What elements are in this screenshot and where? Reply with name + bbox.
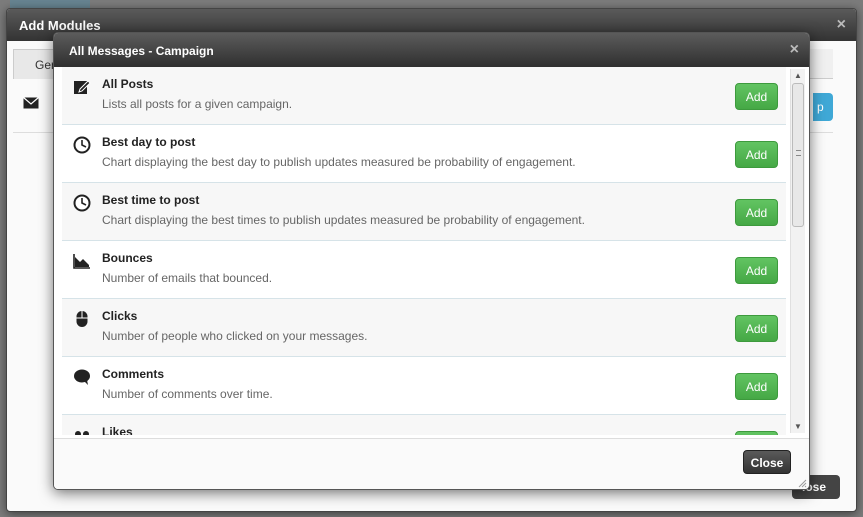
all-messages-dialog: All Messages - Campaign × All Posts List… — [53, 32, 810, 490]
all-messages-title: All Messages - Campaign — [69, 44, 214, 58]
module-row-best-time: Best time to post Chart displaying the b… — [62, 183, 786, 241]
comment-icon — [74, 369, 90, 385]
add-button-likes[interactable]: Add — [735, 431, 778, 435]
edit-icon — [74, 80, 91, 94]
resize-grip-icon[interactable] — [797, 478, 807, 488]
module-title: Clicks — [102, 309, 138, 323]
all-messages-header: All Messages - Campaign × — [54, 33, 809, 67]
scrollbar-thumb[interactable] — [792, 83, 804, 227]
add-modules-title: Add Modules — [19, 18, 101, 33]
module-row-all-posts: All Posts Lists all posts for a given ca… — [62, 67, 786, 125]
module-row-bounces: Bounces Number of emails that bounced. A… — [62, 241, 786, 299]
module-title: Likes — [102, 425, 133, 435]
module-title: All Posts — [102, 77, 154, 91]
module-row-comments: Comments Number of comments over time. A… — [62, 357, 786, 415]
add-button-all-posts[interactable]: Add — [735, 83, 778, 110]
add-button-comments[interactable]: Add — [735, 373, 778, 400]
module-description: Number of emails that bounced. — [102, 271, 273, 285]
module-description: Lists all posts for a given campaign. — [102, 97, 293, 111]
module-row-clicks: Clicks Number of people who clicked on y… — [62, 299, 786, 357]
all-messages-footer: Close — [54, 438, 809, 489]
scroll-up-arrow-icon[interactable]: ▲ — [794, 71, 802, 80]
likes-icon — [75, 431, 89, 435]
module-list-scrollbar[interactable]: ▲ ▼ — [790, 69, 805, 433]
add-button-best-time[interactable]: Add — [735, 199, 778, 226]
add-button-bounces[interactable]: Add — [735, 257, 778, 284]
chart-down-icon — [73, 254, 90, 269]
module-list: All Posts Lists all posts for a given ca… — [62, 67, 786, 435]
envelope-icon — [23, 97, 39, 109]
module-description: Number of comments over time. — [102, 387, 273, 401]
module-description: Chart displaying the best day to publish… — [102, 155, 576, 169]
scroll-down-arrow-icon[interactable]: ▼ — [794, 422, 802, 431]
scrollbar-grip-icon — [796, 150, 801, 156]
all-messages-close-icon[interactable]: × — [790, 41, 799, 59]
clock-icon — [73, 194, 91, 212]
module-row-likes: Likes Add — [62, 415, 786, 435]
add-modules-close-icon[interactable]: × — [837, 16, 846, 34]
module-description: Chart displaying the best times to publi… — [102, 213, 585, 227]
module-title: Bounces — [102, 251, 153, 265]
module-row-best-day: Best day to post Chart displaying the be… — [62, 125, 786, 183]
module-title: Best day to post — [102, 135, 196, 149]
close-button[interactable]: Close — [743, 450, 791, 474]
mouse-icon — [76, 311, 88, 327]
module-title: Best time to post — [102, 193, 200, 207]
module-description: Number of people who clicked on your mes… — [102, 329, 368, 343]
add-button-clicks[interactable]: Add — [735, 315, 778, 342]
add-button-best-day[interactable]: Add — [735, 141, 778, 168]
outer-action-button[interactable]: p — [813, 93, 833, 121]
module-title: Comments — [102, 367, 165, 381]
clock-icon — [73, 136, 91, 154]
